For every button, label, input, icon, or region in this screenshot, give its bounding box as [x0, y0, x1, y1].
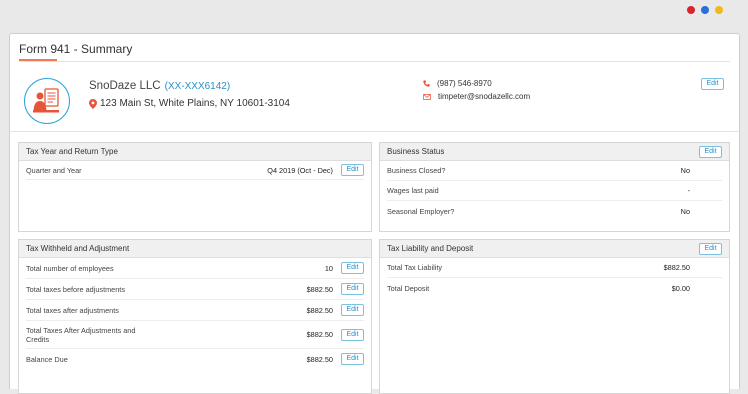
row-label: Total Tax Liability [387, 263, 443, 272]
tax-withheld-panel-title: Tax Withheld and Adjustment [26, 244, 130, 253]
yellow-dot[interactable] [715, 6, 723, 14]
row-label: Seasonal Employer? [387, 206, 455, 216]
mail-icon [423, 93, 431, 100]
header-divider [10, 131, 739, 132]
company-name: SnoDaze LLC (XX-XXX6142) [89, 80, 230, 92]
tax-liability-panel: Tax Liability and Deposit Edit Total Tax… [379, 239, 730, 394]
edit-quarter-button[interactable]: Edit [341, 164, 364, 176]
summary-card: Form 941 - Summary SnoDaze LLC (XX-XXX614… [9, 33, 740, 394]
tax-document-person-icon [24, 78, 70, 124]
page-title: Form 941 - Summary [19, 42, 133, 56]
row-value: 10 [324, 263, 333, 273]
edit-taxes-after-button[interactable]: Edit [341, 304, 364, 316]
row-label: Total taxes after adjustments [26, 305, 119, 315]
row-label: Balance Due [26, 354, 68, 364]
edit-tax-liability-button[interactable]: Edit [699, 242, 722, 255]
business-status-panel-title: Business Status [387, 147, 445, 156]
table-row: Total taxes after adjustments $882.50 Ed… [26, 300, 364, 321]
tax-liability-panel-header: Tax Liability and Deposit Edit [380, 240, 729, 258]
table-row: Quarter and Year Q4 2019 (Oct - Dec) Edi… [26, 161, 364, 180]
phone-contact: (987) 546-8970 [423, 79, 492, 88]
edit-business-status-button[interactable]: Edit [699, 145, 722, 158]
edit-company-button[interactable]: Edit [701, 78, 724, 90]
tax-liability-panel-title: Tax Liability and Deposit [387, 244, 474, 253]
table-row: Total Tax Liability $882.50 [387, 258, 722, 278]
tax-year-panel: Tax Year and Return Type Quarter and Yea… [18, 142, 372, 232]
email-text[interactable]: timpeter@snodazellc.com [438, 92, 530, 101]
row-value: No [680, 206, 690, 216]
table-row: Total number of employees 10 Edit [26, 258, 364, 279]
table-row: Balance Due $882.50 Edit [26, 349, 364, 369]
row-value: - [687, 186, 690, 195]
row-value: No [680, 166, 690, 175]
row-value: $882.50 [306, 284, 333, 294]
address-text: 123 Main St, White Plains, NY 10601-3104 [100, 98, 290, 109]
row-value: $882.50 [306, 330, 333, 339]
edit-employees-button[interactable]: Edit [341, 262, 364, 274]
table-row: Business Closed? No [387, 161, 722, 181]
title-divider [19, 61, 730, 62]
table-row: Total Deposit $0.00 [387, 278, 722, 298]
edit-taxes-before-button[interactable]: Edit [341, 283, 364, 295]
blue-dot[interactable] [701, 6, 709, 14]
row-label: Total Deposit [387, 283, 430, 293]
location-pin-icon [89, 98, 97, 109]
red-dot[interactable] [687, 6, 695, 14]
table-row: Total Taxes After Adjustments and Credit… [26, 321, 364, 349]
company-ein[interactable]: (XX-XXX6142) [165, 81, 231, 92]
phone-icon [423, 80, 430, 87]
email-contact: timpeter@snodazellc.com [423, 92, 530, 101]
table-row: Seasonal Employer? No [387, 201, 722, 221]
table-row: Wages last paid - [387, 181, 722, 201]
row-value: Q4 2019 (Oct - Dec) [267, 165, 333, 175]
row-label: Business Closed? [387, 166, 446, 175]
row-label: Total Taxes After Adjustments and Credit… [26, 325, 136, 344]
row-label: Total taxes before adjustments [26, 284, 125, 294]
row-label: Wages last paid [387, 186, 439, 195]
row-value: $0.00 [671, 283, 690, 293]
company-name-text: SnoDaze LLC [89, 80, 161, 92]
tax-withheld-panel: Tax Withheld and Adjustment Total number… [18, 239, 372, 394]
row-label: Total number of employees [26, 263, 114, 273]
tax-year-panel-title: Tax Year and Return Type [26, 147, 118, 156]
business-status-panel-header: Business Status Edit [380, 143, 729, 161]
company-address: 123 Main St, White Plains, NY 10601-3104 [89, 98, 290, 109]
row-value: $882.50 [663, 263, 690, 272]
window-controls [687, 6, 723, 14]
row-value: $882.50 [306, 305, 333, 315]
edit-balance-due-button[interactable]: Edit [341, 353, 364, 365]
edit-taxes-credits-button[interactable]: Edit [341, 328, 364, 341]
business-status-panel: Business Status Edit Business Closed? No… [379, 142, 730, 232]
tax-withheld-panel-header: Tax Withheld and Adjustment [19, 240, 371, 258]
phone-text: (987) 546-8970 [437, 79, 492, 88]
tax-year-panel-header: Tax Year and Return Type [19, 143, 371, 161]
table-row: Total taxes before adjustments $882.50 E… [26, 279, 364, 300]
row-value: $882.50 [306, 354, 333, 364]
row-label: Quarter and Year [26, 165, 82, 175]
